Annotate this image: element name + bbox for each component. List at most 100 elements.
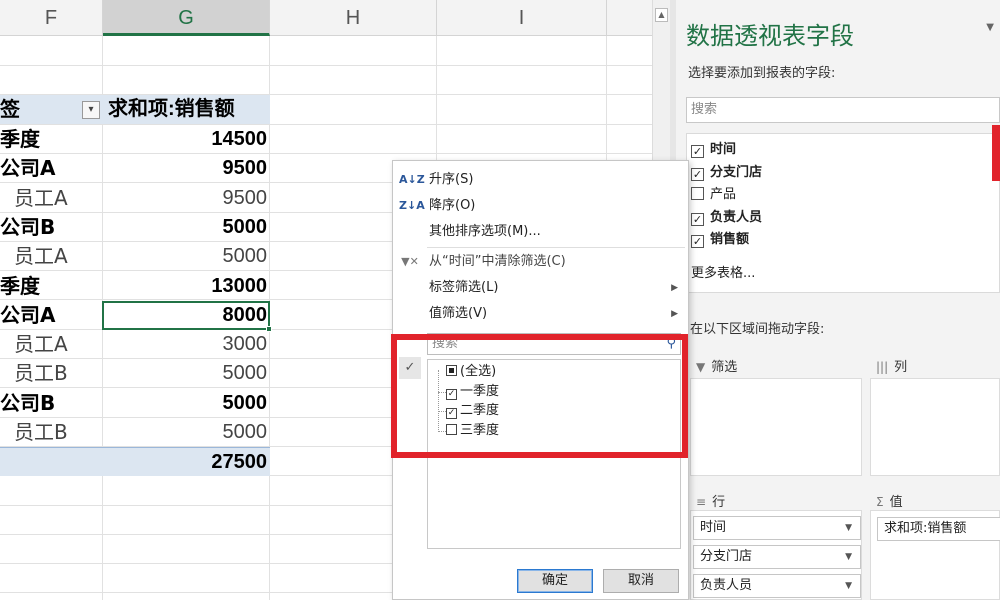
pivot-row[interactable]: 季度 14500 [0, 125, 270, 154]
field-checkbox[interactable]: ✓ [691, 167, 704, 181]
chevron-down-icon[interactable]: ▼ [845, 575, 852, 597]
row-label-filter-button[interactable]: ▾ [82, 101, 100, 119]
fill-handle[interactable] [266, 326, 272, 332]
filter-area[interactable] [690, 378, 862, 476]
field-item[interactable]: ✓ 销售额 [691, 230, 749, 250]
field-checkbox[interactable]: ✓ [691, 212, 704, 226]
row-field-label: 负责人员 [700, 578, 753, 593]
field-label: 分支门店 [710, 164, 763, 180]
pivot-row-value: 5000 [222, 421, 268, 443]
pivot-header-row[interactable]: 签 ▾ 求和项:销售额 [0, 95, 270, 124]
red-highlight-box [391, 334, 688, 458]
sort-ascending-icon: A↓Z [399, 173, 425, 186]
pivot-row[interactable]: 员工B 5000 [0, 418, 270, 447]
column-header-h[interactable]: H [270, 0, 437, 36]
filter-icon: ▼ [696, 360, 706, 374]
rows-area[interactable]: 时间 ▼ 分支门店 ▼ 负责人员 ▼ [690, 510, 862, 600]
pivot-row-label: 员工A [14, 332, 68, 357]
red-marker [992, 125, 1000, 181]
field-list: ✓ 时间 ✓ 分支门店产品 ✓ 负责人员 ✓ 销售额 更多表格... [686, 133, 1000, 293]
menu-more-sort-options[interactable]: 其他排序选项(M)... [393, 219, 688, 245]
pivot-row-value: 5000 [222, 391, 268, 414]
pivot-row-label: 季度 [0, 273, 40, 298]
scroll-up-icon[interactable]: ▲ [655, 8, 668, 22]
active-cell[interactable] [102, 301, 270, 330]
field-label: 销售额 [710, 232, 750, 247]
field-search-input[interactable]: 搜索 [686, 97, 1000, 123]
field-label: 负责人员 [710, 209, 763, 225]
row-field-pill[interactable]: 时间 ▼ [693, 516, 861, 540]
column-header-f[interactable]: F [0, 0, 103, 36]
pivot-row[interactable]: 公司B 5000 [0, 213, 270, 242]
values-area-title: Σ值 [876, 495, 903, 510]
pivot-row-value: 3000 [222, 333, 268, 356]
pivot-row-value: 5000 [222, 362, 268, 385]
pivot-row-value: 9500 [222, 186, 268, 209]
pivot-row-label: 公司B [0, 390, 56, 415]
clear-filter-icon: ▼✕ [401, 255, 419, 268]
value-field-header: 求和项:销售额 [108, 98, 235, 120]
pivot-row[interactable]: 员工B 5000 [0, 359, 270, 388]
menu-sort-descending[interactable]: Z↓A 降序(O) [393, 193, 688, 219]
field-checkbox[interactable]: ✓ [691, 145, 704, 158]
drag-hint: 在以下区域间拖动字段: [690, 322, 825, 337]
field-item[interactable]: 产品 [691, 185, 736, 205]
pivot-row-label: 员工B [14, 420, 68, 444]
chevron-down-icon[interactable]: ▼ [845, 546, 852, 568]
columns-area[interactable] [870, 378, 1000, 476]
pivot-row-label: 公司A [0, 302, 56, 327]
field-label: 时间 [710, 142, 737, 157]
pivot-row[interactable]: 员工A 3000 [0, 330, 270, 359]
row-field-pill[interactable]: 分支门店 ▼ [693, 545, 861, 569]
gridline [0, 65, 652, 66]
row-field-pill[interactable]: 负责人员 ▼ [693, 574, 861, 598]
submenu-arrow-icon: ▶ [671, 283, 678, 293]
pivot-row-label: 公司A [0, 156, 56, 181]
pivot-row-value: 13000 [211, 274, 267, 297]
rows-area-title: ≡ 行 [696, 495, 726, 510]
column-header-i[interactable]: I [437, 0, 607, 36]
sort-descending-icon: Z↓A [399, 199, 425, 212]
field-item[interactable]: ✓ 负责人员 [691, 208, 762, 228]
pivot-row[interactable]: 公司B 5000 [0, 389, 270, 418]
pivot-row-label: 员工A [14, 244, 68, 269]
columns-icon: ||| [876, 360, 889, 374]
pivot-row[interactable]: 员工A 5000 [0, 242, 270, 271]
field-item[interactable]: ✓ 时间 [691, 140, 736, 160]
values-area[interactable]: 求和项:销售额 [870, 510, 1000, 600]
pivot-row-label: 季度 [0, 127, 40, 151]
menu-value-filter[interactable]: 值筛选(V) ▶ [393, 301, 688, 327]
pivot-row[interactable]: 季度 13000 [0, 272, 270, 301]
pane-subtitle: 选择要添加到报表的字段: [688, 66, 836, 81]
columns-area-title: ||| 列 [876, 360, 908, 375]
grand-total-row[interactable]: 27500 [0, 447, 270, 476]
menu-label-filter[interactable]: 标签筛选(L) ▶ [393, 275, 688, 301]
pivot-row-label: 员工A [14, 185, 68, 210]
pivot-row-label: 员工B [14, 361, 68, 386]
cancel-button[interactable]: 取消 [603, 569, 679, 593]
pane-options-chevron-icon[interactable]: ▼ [986, 22, 994, 33]
pivot-row-value: 14500 [211, 128, 267, 150]
field-checkbox[interactable]: ✓ [691, 235, 704, 248]
field-checkbox[interactable] [691, 187, 704, 200]
column-header-g[interactable]: G [103, 0, 270, 36]
submenu-arrow-icon: ▶ [671, 309, 678, 319]
pivot-row[interactable]: 公司A 9500 [0, 154, 270, 183]
filter-area-title: ▼ 筛选 [696, 360, 738, 375]
column-header-bar: F G H I [0, 0, 652, 36]
field-label: 产品 [710, 187, 737, 202]
row-field-label: 时间 [700, 520, 727, 535]
value-field-pill[interactable]: 求和项:销售额 [877, 517, 1000, 541]
pivot-field-pane: 数据透视表字段 ▼ 选择要添加到报表的字段: 搜索 ✓ 时间 ✓ 分支门店 产品 ✓ 负责人… [676, 0, 1000, 600]
pivot-row[interactable]: 员工A 9500 [0, 184, 270, 213]
grand-total-value: 27500 [211, 451, 267, 473]
field-item[interactable]: ✓ 分支门店 [691, 163, 762, 183]
chevron-down-icon[interactable]: ▼ [845, 517, 852, 539]
pivot-row-value: 9500 [222, 157, 268, 180]
more-tables-link[interactable]: 更多表格... [691, 262, 755, 281]
row-field-label: 分支门店 [700, 549, 753, 564]
menu-sort-ascending[interactable]: A↓Z 升序(S) [393, 167, 688, 193]
pane-title: 数据透视表字段 [686, 22, 854, 50]
menu-clear-filter[interactable]: ▼✕ 从“时间”中清除筛选(C) [393, 249, 688, 275]
ok-button[interactable]: 确定 [517, 569, 593, 593]
